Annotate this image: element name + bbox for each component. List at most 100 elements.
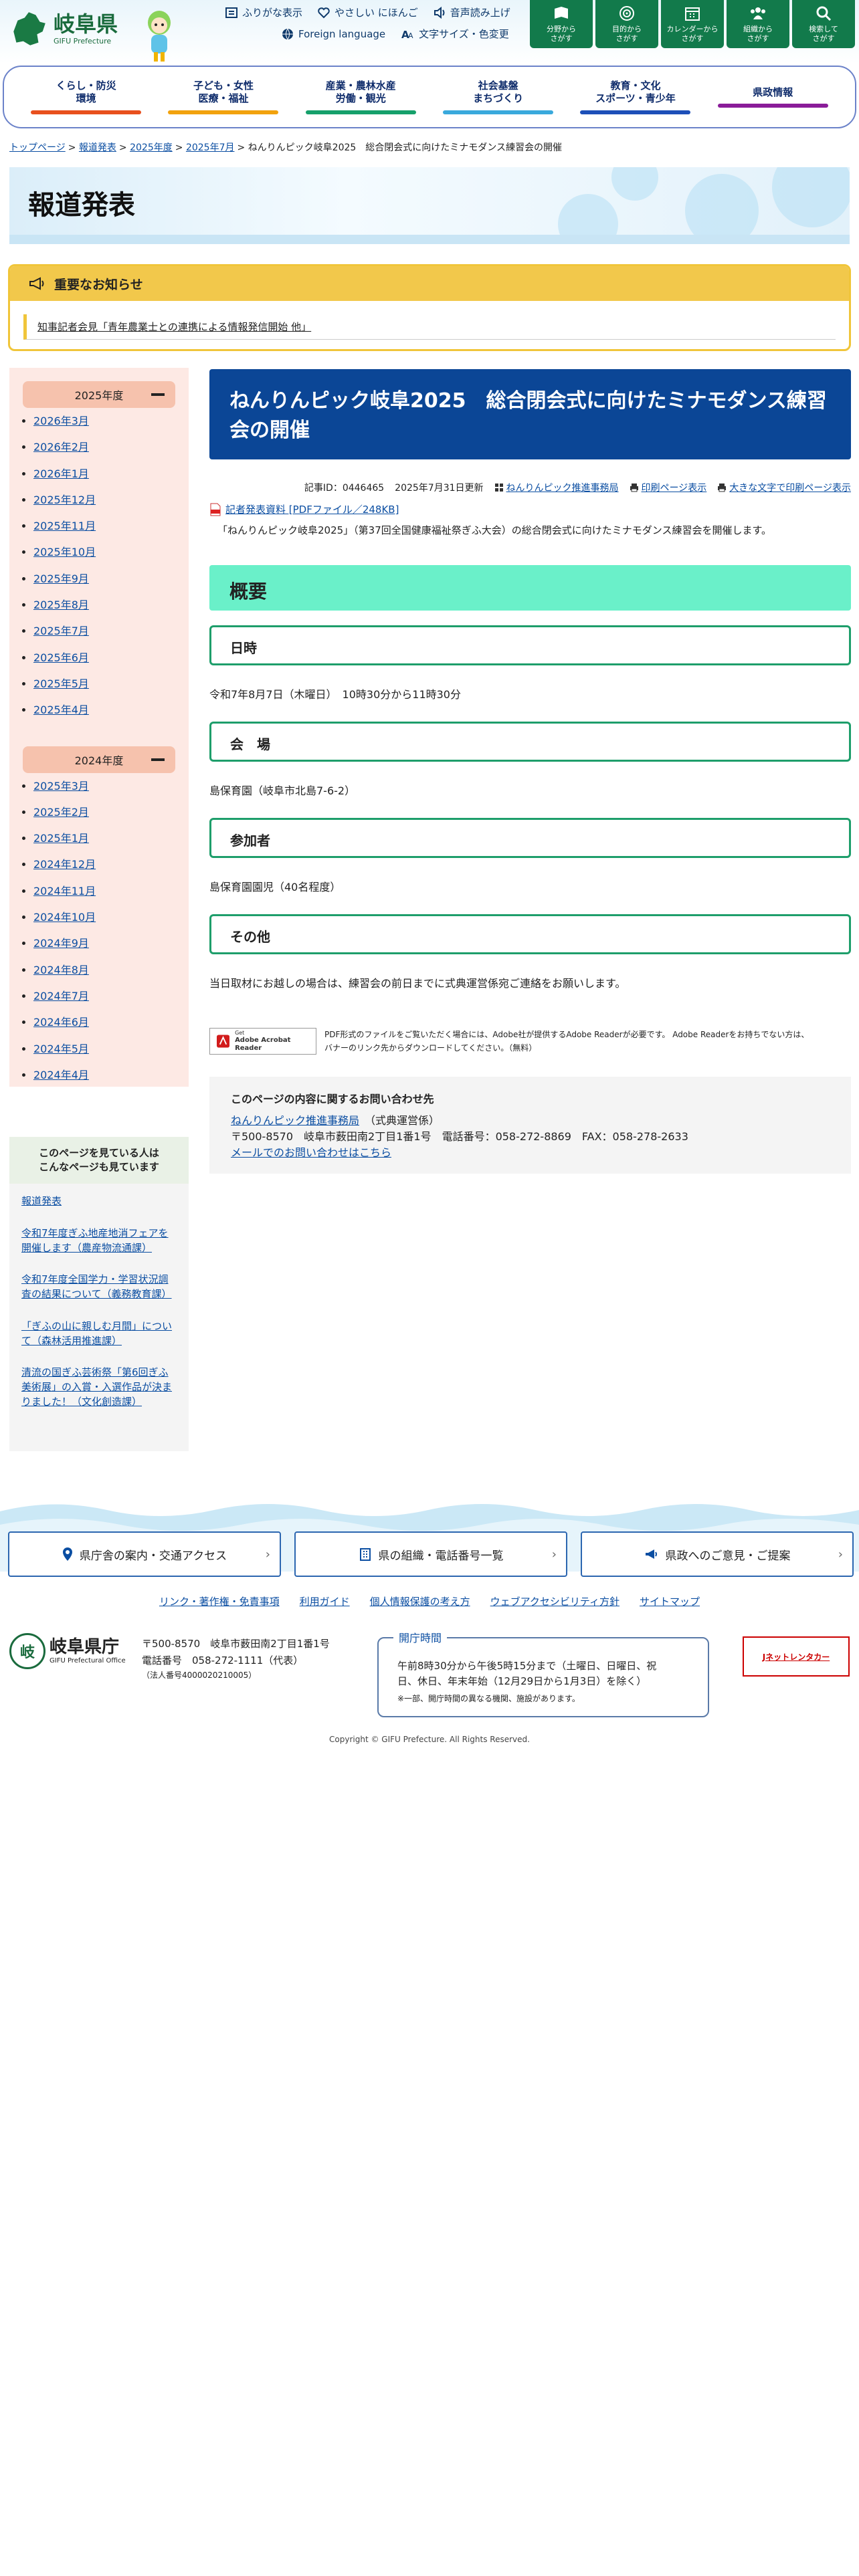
article-id: 記事ID：0446465 (304, 483, 385, 494)
page-banner: 報道発表 (9, 167, 850, 244)
quick-nav-button[interactable]: 検索して さがす (792, 0, 855, 48)
global-nav-label-1: 教育・文化 (610, 80, 661, 92)
global-nav-item[interactable]: 社会基盤 まちづくり (443, 80, 554, 114)
quick-nav-button[interactable]: 分野から さがす (530, 0, 593, 48)
article-updated: 2025年7月31日更新 (395, 483, 484, 494)
month-link[interactable]: 2024年10月 (33, 911, 96, 924)
month-link[interactable]: 2024年4月 (33, 1069, 89, 1081)
quick-nav-button[interactable]: カレンダーから さがす (661, 0, 724, 48)
month-link[interactable]: 2025年9月 (33, 572, 89, 585)
year-toggle[interactable]: 2025年度 (23, 381, 175, 408)
month-list-item: 2025年8月 (33, 599, 189, 625)
month-link[interactable]: 2026年2月 (33, 441, 89, 453)
global-nav-item[interactable]: くらし・防災 環境 (31, 80, 142, 114)
month-link[interactable]: 2026年3月 (33, 415, 89, 427)
global-nav-label-2: まちづくり (473, 92, 524, 104)
year-toggle[interactable]: 2024年度 (23, 746, 175, 773)
banner-bubble (685, 174, 759, 244)
global-nav-item[interactable]: 子ども・女性 医療・福祉 (168, 80, 279, 114)
svg-text:A: A (408, 31, 413, 40)
footer-phone: 電話番号 058-272-1111（代表） (142, 1654, 304, 1667)
breadcrumb-link-month[interactable]: 2025年7月 (186, 142, 235, 153)
month-link[interactable]: 2024年5月 (33, 1043, 89, 1055)
jnet-banner[interactable]: Jネットレンタカー (743, 1636, 850, 1677)
footer-nav-button[interactable]: 県の組織・電話番号一覧 › (294, 1531, 567, 1577)
pdf-link[interactable]: 記者発表資料 [PDFファイル／248KB] (225, 502, 399, 516)
related-link[interactable]: 令和7年度全国学力・学習状況調査の結果について（義務教育課） (21, 1273, 172, 1300)
month-list-item: 2026年1月 (33, 467, 189, 494)
month-list-item: 2025年5月 (33, 677, 189, 704)
month-link[interactable]: 2024年9月 (33, 937, 89, 950)
notice-link[interactable]: 知事記者会見「青年農業士との連携による情報発信開始 他」 (37, 321, 311, 333)
department-link[interactable]: ねんりんピック推進事務局 (506, 481, 619, 494)
footer-link[interactable]: 個人情報保護の考え方 (370, 1594, 470, 1608)
month-link[interactable]: 2025年12月 (33, 494, 96, 506)
subsection-text: 令和7年8月7日（木曜日） 10時30分から11時30分 (209, 688, 461, 701)
utility-link[interactable]: Foreign language (281, 27, 385, 41)
building-icon (359, 1547, 372, 1561)
print-link[interactable]: 印刷ページ表示 (642, 481, 707, 494)
footer-link[interactable]: リンク・著作権・免責事項 (159, 1594, 280, 1608)
month-link[interactable]: 2024年6月 (33, 1016, 89, 1029)
month-link[interactable]: 2026年1月 (33, 467, 89, 480)
quick-nav-button[interactable]: 目的から さがす (595, 0, 658, 48)
quick-nav-label-2: さがす (550, 34, 573, 43)
related-link[interactable]: 清流の国ぎふ芸術祭「第6回ぎふ美術展」の入賞・入選作品が決まりました！（文化創造… (21, 1366, 172, 1408)
calendar-icon (684, 5, 701, 25)
collapse-minus-icon (151, 393, 165, 396)
month-list-item: 2024年9月 (33, 937, 189, 963)
month-link[interactable]: 2025年1月 (33, 832, 89, 845)
breadcrumb-link-top[interactable]: トップページ (9, 142, 66, 153)
furigana-icon (225, 6, 238, 19)
footer-nav-button[interactable]: 県政へのご意見・ご提案 › (581, 1531, 854, 1577)
related-link[interactable]: 報道発表 (21, 1195, 62, 1207)
month-link[interactable]: 2025年11月 (33, 520, 96, 532)
related-link[interactable]: 令和7年度ぎふ地産地消フェアを開催します（農産物流通課） (21, 1227, 169, 1254)
month-link[interactable]: 2024年11月 (33, 885, 96, 897)
month-link[interactable]: 2024年7月 (33, 990, 89, 1002)
utility-link-label: ふりがな表示 (242, 7, 303, 19)
month-link[interactable]: 2025年4月 (33, 704, 89, 716)
quick-nav-button[interactable]: 組織から さがす (727, 0, 789, 48)
month-link[interactable]: 2025年5月 (33, 677, 89, 690)
footer-link[interactable]: 利用ガイド (300, 1594, 350, 1608)
print-large-link[interactable]: 大きな文字で印刷ページ表示 (729, 481, 851, 494)
subsection-heading: 日時 (209, 625, 851, 665)
month-link[interactable]: 2024年8月 (33, 964, 89, 976)
global-nav-item[interactable]: 産業・農林水産 労働・観光 (305, 80, 416, 114)
grid-icon (494, 484, 503, 492)
utility-link[interactable]: ふりがな表示 (225, 5, 302, 19)
contact-mail-link[interactable]: メールでのお問い合わせはこちら (231, 1146, 391, 1159)
target-icon (618, 5, 636, 25)
office-hours: 開庁時間 午前8時30分から午後5時15分まで（土曜日、日曜日、祝 日、休日、年… (377, 1630, 709, 1717)
month-link[interactable]: 2025年6月 (33, 651, 89, 664)
utility-link[interactable]: 音声読み上げ (433, 5, 510, 19)
month-list-item: 2024年7月 (33, 990, 189, 1016)
month-link[interactable]: 2025年3月 (33, 780, 89, 792)
month-link[interactable]: 2024年12月 (33, 858, 96, 871)
related-link[interactable]: 「ぎふの山に親しむ月間」について（森林活用推進課） (21, 1320, 172, 1347)
month-link[interactable]: 2025年2月 (33, 806, 89, 819)
acrobat-icon (217, 1035, 230, 1048)
global-nav-label-2: 環境 (76, 92, 96, 104)
acrobat-reader-banner[interactable]: Get Adobe Acrobat Reader (209, 1028, 316, 1055)
site-logo[interactable]: 岐阜県 GIFU Prefecture (8, 5, 132, 52)
footer-link[interactable]: ウェブアクセシビリティ方針 (490, 1594, 619, 1608)
gifu-map-logo-icon (13, 12, 45, 45)
month-list-item: 2024年10月 (33, 911, 189, 937)
utility-link[interactable]: A A 文字サイズ・色変更 (401, 27, 509, 41)
global-nav-item[interactable]: 教育・文化 スポーツ・青少年 (580, 80, 691, 114)
contact-dept-link[interactable]: ねんりんピック推進事務局 (231, 1114, 359, 1127)
utility-link[interactable]: やさしい にほんご (317, 5, 418, 19)
month-link[interactable]: 2025年7月 (33, 625, 89, 637)
banner-stripe (9, 235, 850, 244)
breadcrumb-link-fy[interactable]: 2025年度 (130, 142, 173, 153)
global-nav-item[interactable]: 県政情報 (717, 86, 828, 108)
quick-nav-label-2: さがす (812, 34, 835, 43)
footer-nav-button[interactable]: 県庁舎の案内・交通アクセス › (8, 1531, 281, 1577)
breadcrumb-link-press[interactable]: 報道発表 (79, 142, 116, 153)
footer-link[interactable]: サイトマップ (640, 1594, 700, 1608)
utility-link-label: 音声読み上げ (450, 7, 510, 19)
month-link[interactable]: 2025年10月 (33, 546, 96, 558)
month-link[interactable]: 2025年8月 (33, 599, 89, 611)
